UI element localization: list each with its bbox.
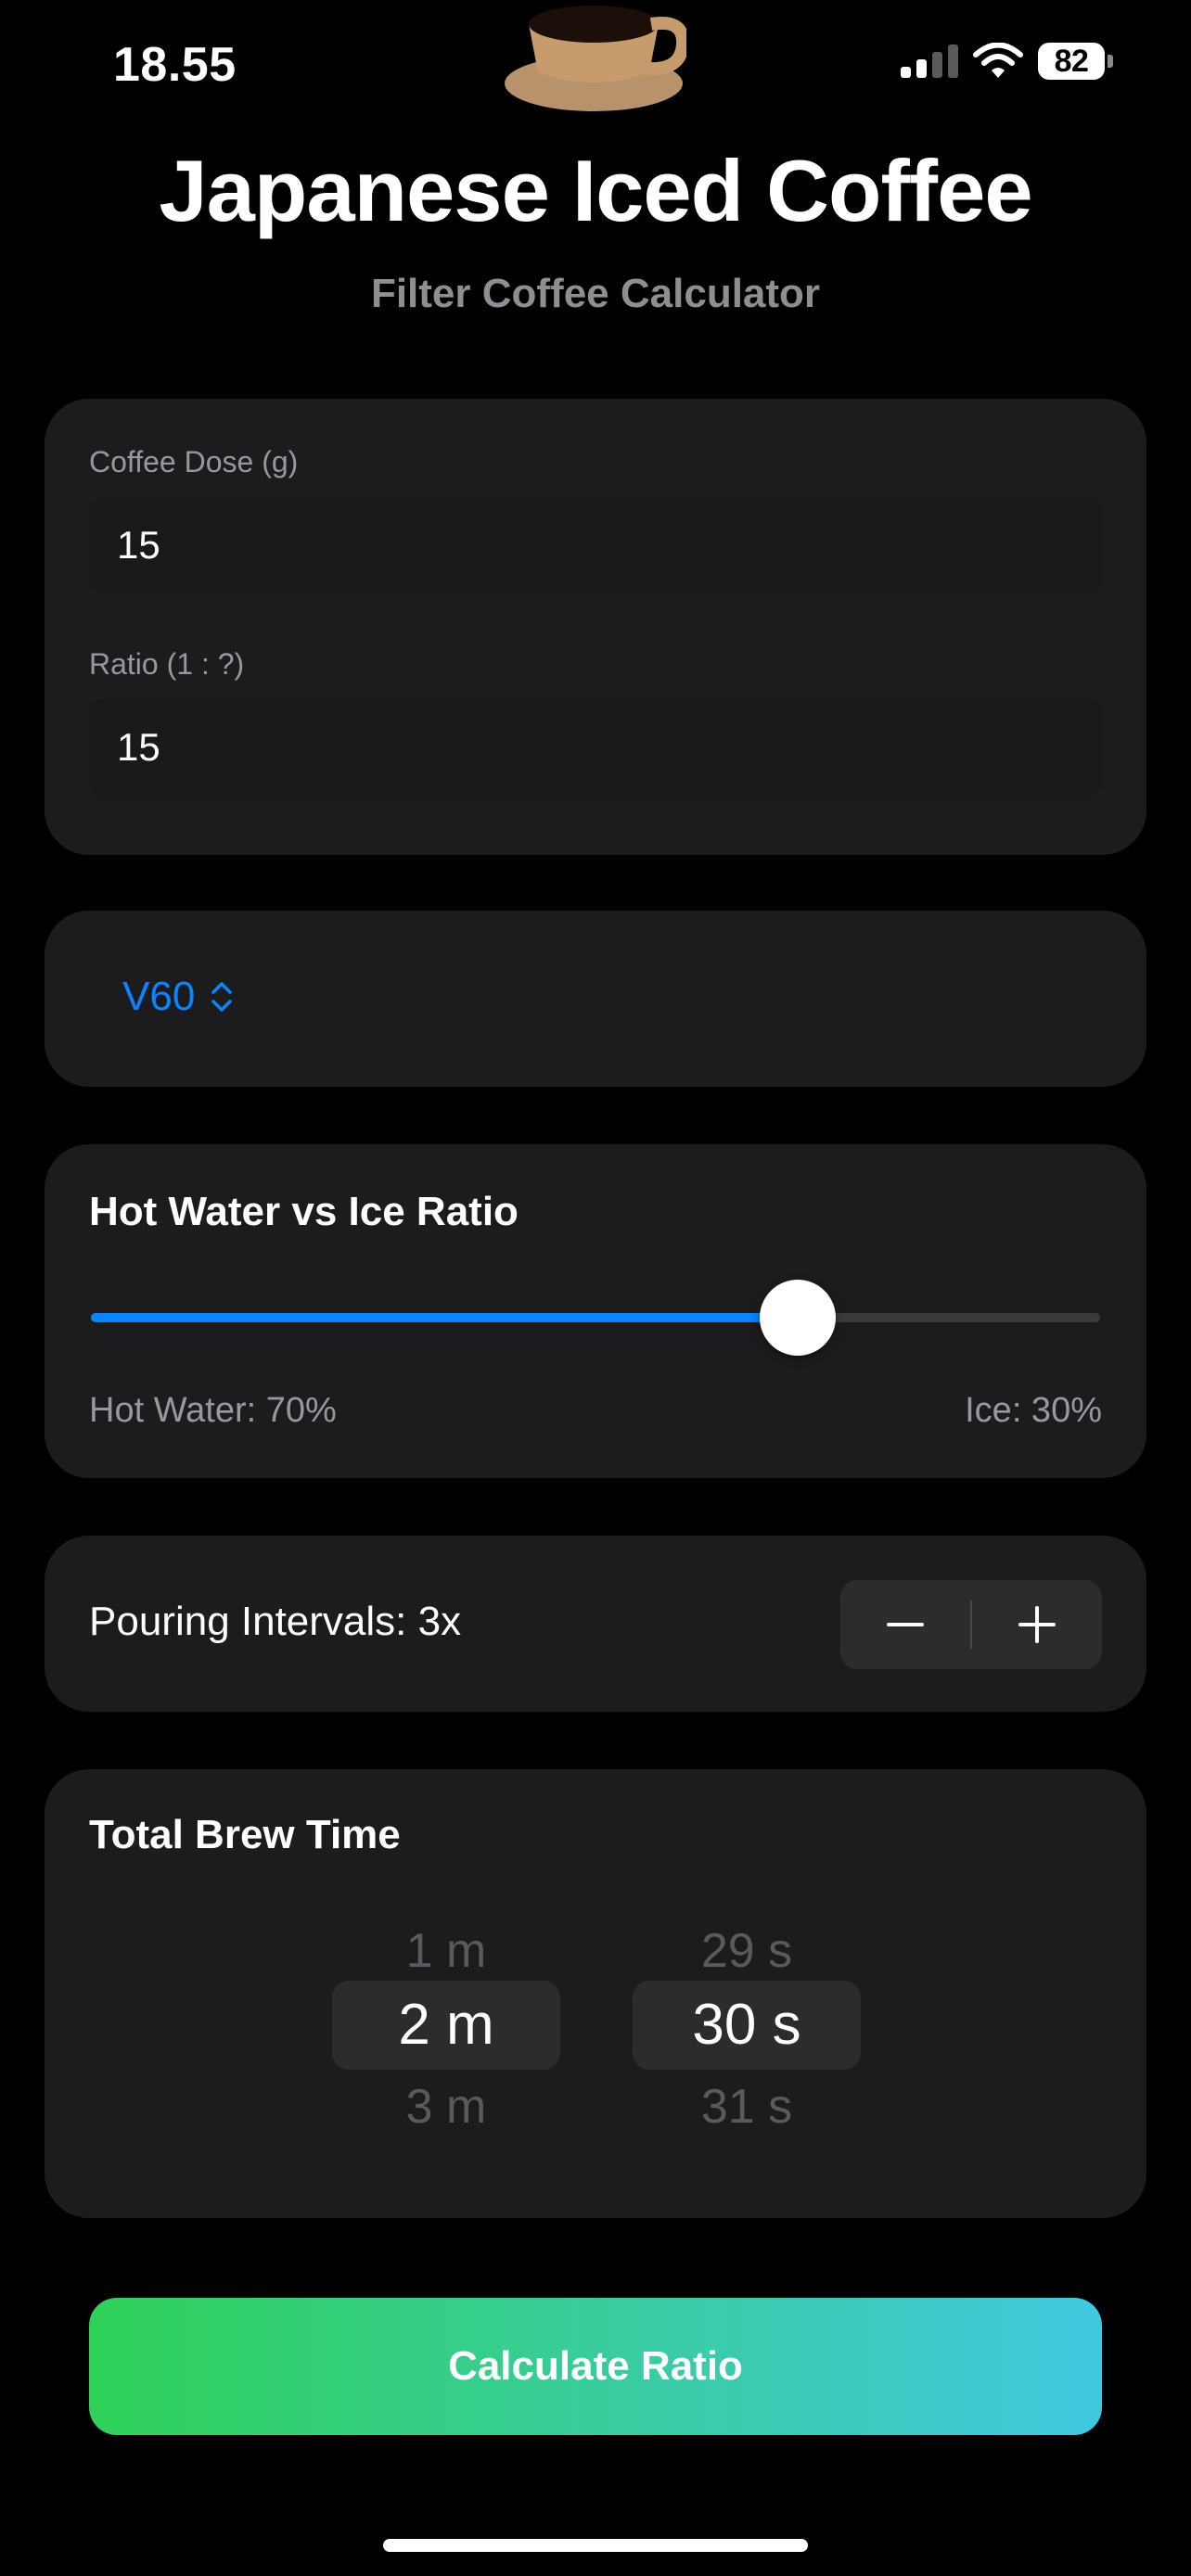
slider-thumb[interactable] [759, 1280, 836, 1356]
seconds-selected[interactable]: 30 s [633, 1992, 861, 2058]
decrement-button[interactable] [840, 1580, 970, 1669]
minutes-next[interactable]: 3 m [332, 2079, 560, 2135]
ice-ratio-title: Hot Water vs Ice Ratio [89, 1189, 519, 1234]
brew-time-card: Total Brew Time 1 m 2 m 3 m 29 s 30 s 31… [45, 1769, 1146, 2218]
minus-icon [887, 1623, 924, 1626]
page-subtitle: Filter Coffee Calculator [370, 271, 821, 316]
coffee-cup-icon [505, 6, 686, 111]
coffee-dose-label: Coffee Dose (g) [89, 445, 299, 478]
page-title: Japanese Iced Coffee [159, 142, 1032, 239]
status-time: 18.55 [113, 38, 237, 92]
calculate-ratio-button[interactable]: Calculate Ratio [89, 2298, 1102, 2435]
hot-water-label: Hot Water: 70% [89, 1391, 337, 1430]
home-indicator[interactable] [383, 2539, 808, 2552]
minutes-wheel[interactable]: 1 m 2 m 3 m [332, 1906, 560, 2134]
pouring-intervals-label: Pouring Intervals: 3x [89, 1599, 462, 1644]
status-bar: 18.55 82 [0, 0, 1191, 139]
ratio-label: Ratio (1 : ?) [89, 647, 245, 681]
ice-ratio-slider[interactable] [91, 1313, 1100, 1322]
battery-level: 82 [1038, 43, 1105, 80]
ratio-field[interactable]: 15 [89, 699, 1102, 796]
increment-button[interactable] [972, 1580, 1102, 1669]
ice-label: Ice: 30% [965, 1391, 1102, 1430]
minutes-prev[interactable]: 1 m [332, 1923, 560, 1979]
battery-icon: 82 [1038, 43, 1113, 80]
slider-fill [91, 1313, 798, 1322]
plus-icon [1018, 1606, 1056, 1643]
coffee-dose-field[interactable]: 15 [89, 497, 1102, 593]
brewer-card: V60 [45, 911, 1146, 1087]
brewer-picker[interactable]: V60 [122, 974, 234, 1020]
pouring-stepper[interactable] [840, 1580, 1102, 1669]
inputs-card: Coffee Dose (g) 15 Ratio (1 : ?) 15 [45, 399, 1146, 855]
brew-time-title: Total Brew Time [89, 1812, 401, 1857]
brewer-picker-label: V60 [122, 974, 196, 1019]
seconds-wheel[interactable]: 29 s 30 s 31 s [633, 1906, 861, 2134]
wifi-icon [973, 43, 1023, 78]
pouring-card: Pouring Intervals: 3x [45, 1536, 1146, 1712]
status-icons: 82 [901, 43, 1113, 80]
ice-ratio-card: Hot Water vs Ice Ratio Hot Water: 70% Ic… [45, 1144, 1146, 1478]
signal-icon [901, 45, 958, 78]
battery-cap [1108, 55, 1113, 68]
chevron-up-down-icon [211, 982, 233, 1012]
seconds-next[interactable]: 31 s [633, 2079, 861, 2135]
seconds-prev[interactable]: 29 s [633, 1923, 861, 1979]
minutes-selected[interactable]: 2 m [332, 1992, 560, 2058]
